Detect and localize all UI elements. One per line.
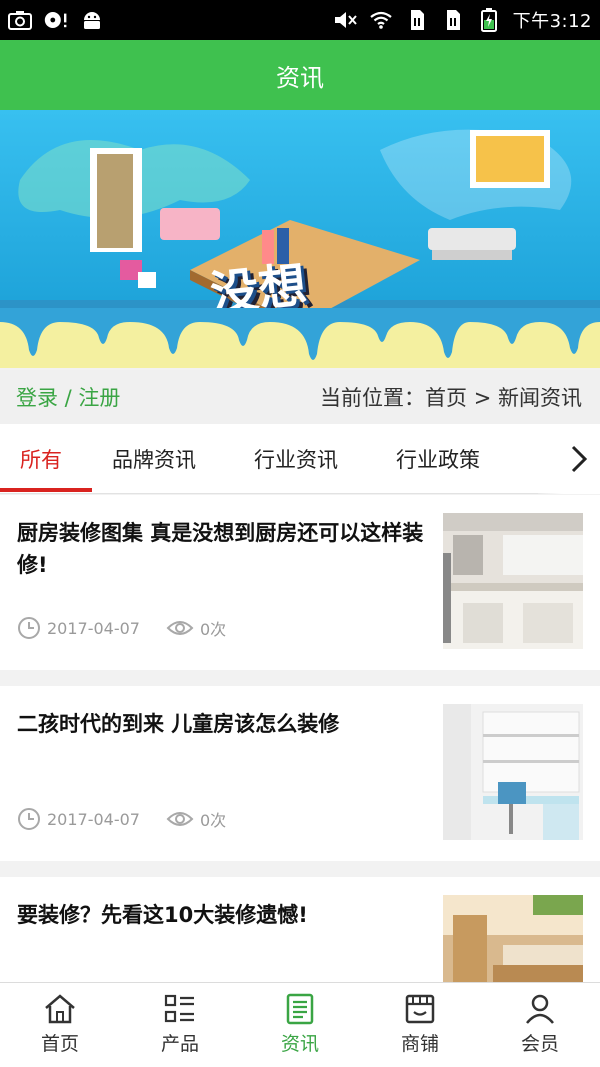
- news-date: 2017-04-07: [47, 809, 140, 829]
- page-title: 资讯: [276, 63, 324, 92]
- eye-icon: [166, 812, 194, 826]
- news-views: 0次: [199, 811, 227, 830]
- eye-icon: [166, 621, 194, 635]
- mute-icon: [333, 9, 357, 31]
- sim2-icon: [441, 9, 465, 31]
- chevron-right-icon: [571, 445, 588, 473]
- news-list-item[interactable]: 二孩时代的到来 儿童房该怎么装修 2017-04-07 0次: [0, 686, 600, 861]
- news-views: 0次: [199, 620, 227, 639]
- nav-label: 资讯: [280, 1033, 319, 1055]
- home-icon: [45, 994, 75, 1024]
- clock: 下午3:12: [512, 11, 592, 32]
- nav-label: 首页: [40, 1033, 79, 1055]
- tabs-scroll-right-button[interactable]: [538, 424, 600, 494]
- category-tabs: 所有 品牌资讯 行业资讯 行业政策: [0, 424, 600, 494]
- nav-label: 产品: [160, 1033, 199, 1055]
- nav-member[interactable]: 会员: [480, 983, 600, 1067]
- news-meta: 2017-04-07 0次: [17, 807, 226, 831]
- battery-charging-icon: [477, 8, 501, 32]
- bottom-navigation: 首页 产品 资讯 商铺 会员: [0, 982, 600, 1067]
- nav-label: 商铺: [400, 1033, 439, 1055]
- kitchen-thumbnail[interactable]: [443, 513, 583, 649]
- grid-list-icon: [164, 994, 194, 1023]
- nav-home[interactable]: 首页: [0, 983, 120, 1067]
- shop-icon: [405, 994, 435, 1024]
- sim1-icon: [405, 9, 429, 31]
- news-title[interactable]: 厨房装修图集 真是没想到厨房还可以这样装修!: [17, 517, 427, 581]
- title-bar: 资讯: [0, 40, 600, 110]
- clock-icon: [18, 808, 40, 830]
- media-disc-icon: [44, 9, 68, 31]
- screenshot-icon: [8, 9, 32, 31]
- tab-industry-policy[interactable]: 行业政策: [396, 424, 480, 494]
- news-title[interactable]: 要装修？先看这10大装修遗憾!: [17, 899, 427, 931]
- nav-label: 会员: [520, 1033, 559, 1055]
- breadcrumb: 当前位置：首页 > 新闻资讯: [320, 386, 582, 410]
- news-date: 2017-04-07: [47, 618, 140, 638]
- nav-shops[interactable]: 商铺: [360, 983, 480, 1067]
- tab-all[interactable]: 所有: [20, 424, 62, 494]
- nav-news[interactable]: 资讯: [240, 983, 360, 1067]
- tab-brand-news[interactable]: 品牌资讯: [112, 424, 196, 494]
- promo-banner[interactable]: 没想 家装: [0, 110, 600, 368]
- wifi-icon: [369, 9, 393, 31]
- status-bar: 下午3:12: [0, 0, 600, 40]
- nav-products[interactable]: 产品: [120, 983, 240, 1067]
- location-bar: 登录 / 注册 当前位置：首页 > 新闻资讯: [0, 370, 600, 424]
- news-meta: 2017-04-07 0次: [17, 616, 226, 640]
- kids-room-thumbnail[interactable]: [443, 704, 583, 840]
- paint-drips: [0, 308, 600, 368]
- android-icon: [80, 9, 104, 31]
- news-list-item[interactable]: 厨房装修图集 真是没想到厨房还可以这样装修! 2017-04-07 0次: [0, 495, 600, 670]
- active-tab-indicator: [0, 488, 92, 492]
- tab-industry-news[interactable]: 行业资讯: [254, 424, 338, 494]
- news-document-icon: [286, 993, 314, 1025]
- clock-icon: [18, 617, 40, 639]
- user-icon: [526, 994, 554, 1024]
- login-register-link[interactable]: 登录 / 注册: [16, 382, 120, 412]
- news-title[interactable]: 二孩时代的到来 儿童房该怎么装修: [17, 708, 427, 740]
